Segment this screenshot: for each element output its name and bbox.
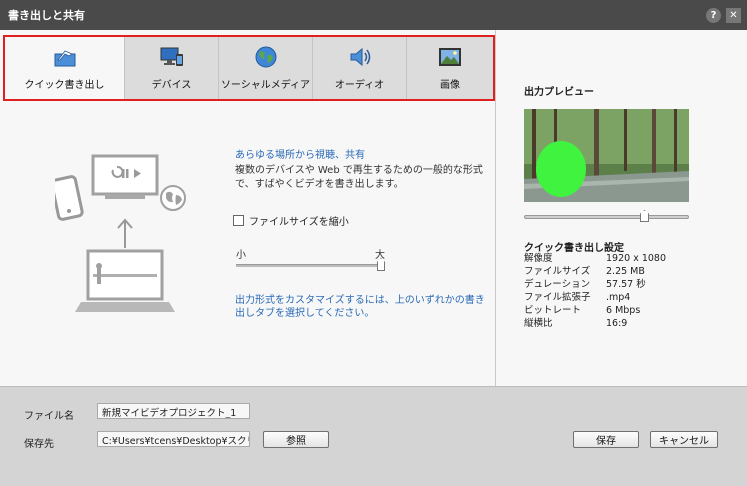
settings-row: ファイルサイズ 2.25 MB bbox=[524, 265, 666, 278]
filename-field[interactable]: 新規マイビデオプロジェクト_1 bbox=[97, 403, 250, 419]
tab-device[interactable]: デバイス bbox=[125, 37, 219, 99]
help-icon[interactable]: ? bbox=[706, 8, 721, 23]
tab-social-media[interactable]: ソーシャルメディア bbox=[219, 37, 313, 99]
tab-quick-export[interactable]: クイック書き出し bbox=[5, 37, 125, 99]
reduce-size-option[interactable]: ファイルサイズを縮小 bbox=[233, 213, 349, 228]
customize-hint: 出力形式をカスタマイズするには、上のいずれかの書き出しタブを選択してください。 bbox=[235, 295, 485, 319]
setting-value: 6 Mbps bbox=[606, 305, 641, 316]
cancel-button[interactable]: キャンセル bbox=[650, 431, 718, 448]
device-icon bbox=[160, 47, 183, 66]
preview-title: 出力プレビュー bbox=[524, 87, 594, 98]
setting-value: 57.57 秒 bbox=[606, 279, 646, 290]
setting-key: 縦横比 bbox=[524, 318, 553, 329]
setting-value: 2.25 MB bbox=[606, 266, 645, 277]
setting-key: ファイル拡張子 bbox=[524, 292, 591, 303]
speaker-icon bbox=[350, 47, 370, 67]
output-preview-image bbox=[524, 109, 689, 202]
scrubber-track bbox=[524, 215, 689, 219]
settings-row: ファイル拡張子 .mp4 bbox=[524, 291, 666, 304]
share-illustration bbox=[55, 154, 186, 312]
title-bar: 書き出しと共有 ? ✕ bbox=[0, 0, 747, 30]
reduce-size-label: ファイルサイズを縮小 bbox=[249, 217, 349, 228]
panel-divider bbox=[495, 30, 496, 386]
setting-key: ファイルサイズ bbox=[524, 266, 591, 277]
setting-key: 解像度 bbox=[524, 253, 553, 264]
tab-label: デバイス bbox=[151, 80, 192, 91]
tab-label: オーディオ bbox=[334, 80, 385, 91]
setting-key: ビットレート bbox=[524, 305, 582, 316]
reduce-size-checkbox[interactable] bbox=[233, 215, 244, 226]
quick-export-icon bbox=[54, 50, 75, 67]
quick-export-title: あらゆる場所から視聴、共有 bbox=[235, 150, 365, 161]
scrubber-thumb[interactable] bbox=[640, 210, 649, 222]
settings-table: 解像度 1920 x 1080 ファイルサイズ 2.25 MB デュレーション 57.… bbox=[524, 252, 666, 330]
save-button[interactable]: 保存 bbox=[573, 431, 639, 448]
quick-export-description: 複数のデバイスや Web で再生するための一般的な形式で、すばやくビデオを書き出… bbox=[235, 165, 483, 190]
picture-icon bbox=[439, 48, 461, 66]
save-location-field[interactable]: C:¥Users¥tcens¥Desktop¥スクリーンショ bbox=[97, 431, 250, 447]
window-title: 書き出しと共有 bbox=[8, 9, 85, 22]
slider-track bbox=[236, 264, 384, 267]
slider-thumb[interactable] bbox=[377, 258, 385, 271]
tab-label: ソーシャルメディア bbox=[220, 80, 311, 91]
tab-image[interactable]: 画像 bbox=[407, 37, 493, 99]
settings-row: ビットレート 6 Mbps bbox=[524, 304, 666, 317]
tab-label: 画像 bbox=[440, 80, 460, 91]
close-icon[interactable]: ✕ bbox=[726, 8, 741, 23]
export-tabs: クイック書き出し デバイス ソーシャルメディア オーディオ 画像 bbox=[3, 35, 495, 101]
setting-value: .mp4 bbox=[606, 292, 631, 303]
settings-row: 解像度 1920 x 1080 bbox=[524, 252, 666, 265]
setting-value: 1920 x 1080 bbox=[606, 253, 667, 264]
main-panel: クイック書き出し デバイス ソーシャルメディア オーディオ 画像 あらゆる場所か… bbox=[0, 30, 747, 386]
setting-key: デュレーション bbox=[524, 279, 591, 290]
globe-icon bbox=[255, 46, 276, 68]
save-location-label: 保存先 bbox=[24, 439, 54, 450]
filename-label: ファイル名 bbox=[24, 411, 74, 422]
settings-row: 縦横比 16:9 bbox=[524, 317, 666, 330]
preview-scrubber[interactable] bbox=[524, 210, 690, 225]
output-options-bar: ファイル名 新規マイビデオプロジェクト_1 保存先 C:¥Users¥tcens… bbox=[0, 386, 747, 486]
browse-button[interactable]: 参照 bbox=[263, 431, 329, 448]
tab-label: クイック書き出し bbox=[24, 80, 105, 91]
setting-value: 16:9 bbox=[606, 318, 628, 329]
settings-row: デュレーション 57.57 秒 bbox=[524, 278, 666, 291]
tab-audio[interactable]: オーディオ bbox=[313, 37, 407, 99]
file-size-slider[interactable] bbox=[236, 258, 386, 272]
